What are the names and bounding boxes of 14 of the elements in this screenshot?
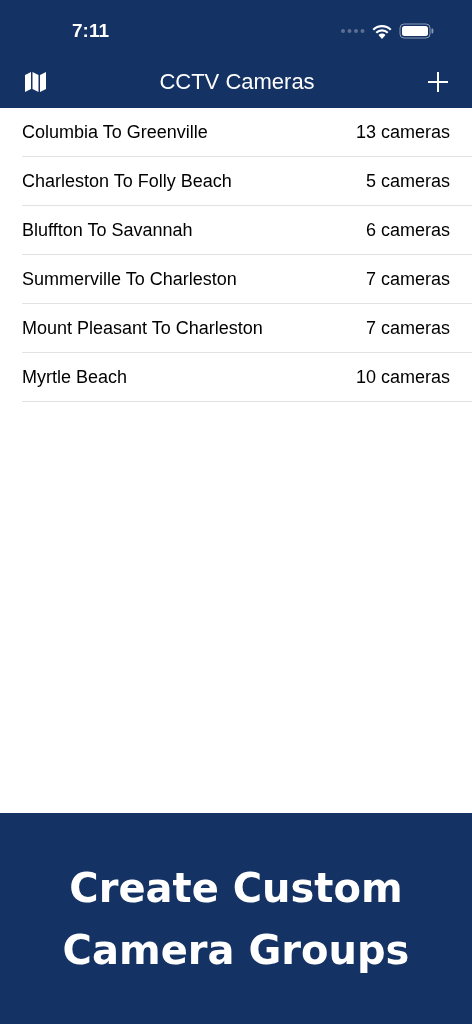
group-row[interactable]: Charleston To Folly Beach 5 cameras bbox=[22, 157, 472, 206]
wifi-icon bbox=[372, 23, 392, 39]
battery-icon bbox=[399, 23, 434, 39]
status-time: 7:11 bbox=[72, 20, 109, 42]
nav-title: CCTV Cameras bbox=[159, 69, 315, 95]
group-row[interactable]: Summerville To Charleston 7 cameras bbox=[22, 255, 472, 304]
add-icon[interactable] bbox=[428, 72, 448, 92]
banner-text: Create Custom Camera Groups bbox=[61, 863, 411, 975]
map-icon[interactable] bbox=[25, 72, 46, 92]
signal-icon bbox=[341, 29, 365, 33]
group-row[interactable]: Bluffton To Savannah 6 cameras bbox=[22, 206, 472, 255]
group-row[interactable]: Myrtle Beach 10 cameras bbox=[22, 353, 472, 402]
group-row[interactable]: Mount Pleasant To Charleston 7 cameras bbox=[22, 304, 472, 353]
group-row[interactable]: Columbia To Greenville 13 cameras bbox=[22, 108, 472, 157]
